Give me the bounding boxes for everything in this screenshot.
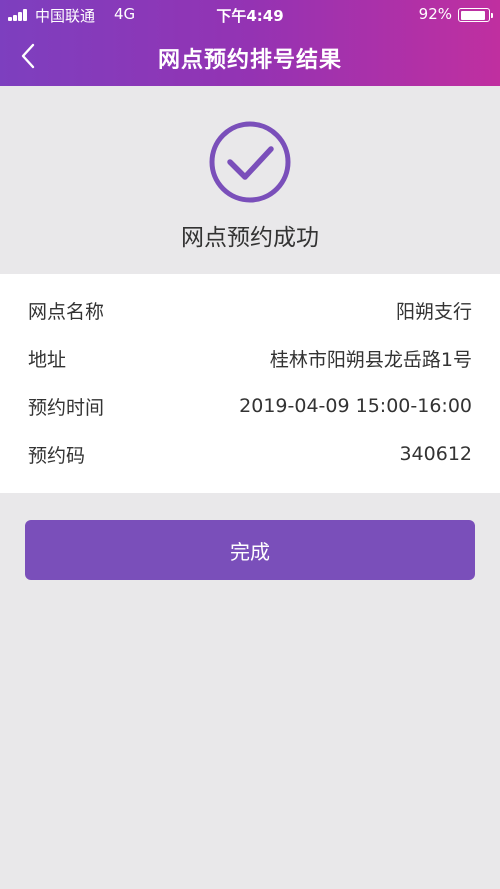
info-value: 2019-04-09 15:00-16:00 bbox=[239, 395, 472, 417]
battery-percent: 92% bbox=[418, 5, 452, 23]
info-row-branch: 网点名称 阳朔支行 bbox=[28, 286, 472, 334]
done-button[interactable]: 完成 bbox=[25, 520, 475, 580]
appointment-info-card: 网点名称 阳朔支行 地址 桂林市阳朔县龙岳路1号 预约时间 2019-04-09… bbox=[0, 274, 500, 493]
info-row-time: 预约时间 2019-04-09 15:00-16:00 bbox=[28, 382, 472, 430]
info-value: 阳朔支行 bbox=[395, 300, 472, 323]
battery-fill bbox=[460, 10, 486, 20]
check-circle-icon bbox=[209, 121, 291, 203]
info-value: 340612 bbox=[399, 443, 472, 465]
success-section: 网点预约成功 bbox=[0, 86, 500, 274]
app-screen: 中国联通 4G 下午4:49 92% 网点预约排号结果 网点预约成功 网点名称 bbox=[0, 0, 500, 889]
info-label: 网点名称 bbox=[28, 300, 105, 323]
info-label: 预约码 bbox=[28, 444, 86, 467]
header: 中国联通 4G 下午4:49 92% 网点预约排号结果 bbox=[0, 0, 500, 86]
info-label: 地址 bbox=[28, 348, 67, 371]
page-title: 网点预约排号结果 bbox=[157, 48, 342, 73]
info-label: 预约时间 bbox=[28, 396, 105, 419]
battery-icon bbox=[458, 8, 493, 22]
info-row-address: 地址 桂林市阳朔县龙岳路1号 bbox=[28, 334, 472, 382]
nav-bar: 网点预约排号结果 bbox=[0, 28, 500, 86]
success-message: 网点预约成功 bbox=[181, 225, 319, 251]
info-row-code: 预约码 340612 bbox=[28, 430, 472, 478]
info-value: 桂林市阳朔县龙岳路1号 bbox=[269, 348, 472, 371]
status-bar: 中国联通 4G 下午4:49 92% bbox=[0, 0, 500, 28]
